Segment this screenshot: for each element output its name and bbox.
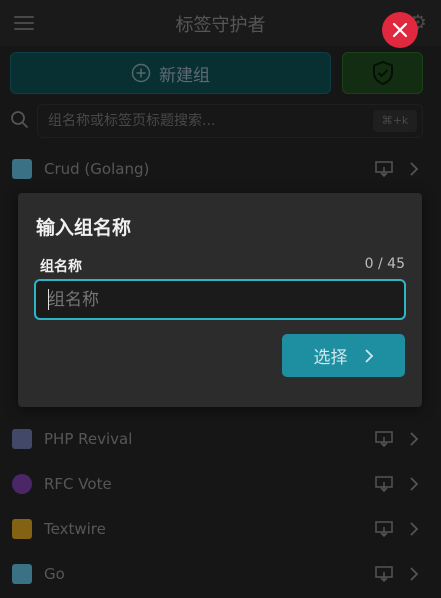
select-button-label: 选择 [313,348,348,368]
select-button[interactable]: 选择 [282,334,405,377]
chevron-right-icon [364,348,373,363]
text-cursor [48,289,49,310]
group-name-dialog: 输入组名称 组名称 0 / 45 选择 [18,193,422,407]
close-icon [392,22,408,38]
group-name-input[interactable] [34,279,406,320]
close-button[interactable] [382,12,418,48]
group-name-label: 组名称 [40,259,82,275]
dialog-title: 输入组名称 [36,217,132,239]
character-counter: 0 / 45 [364,256,405,272]
